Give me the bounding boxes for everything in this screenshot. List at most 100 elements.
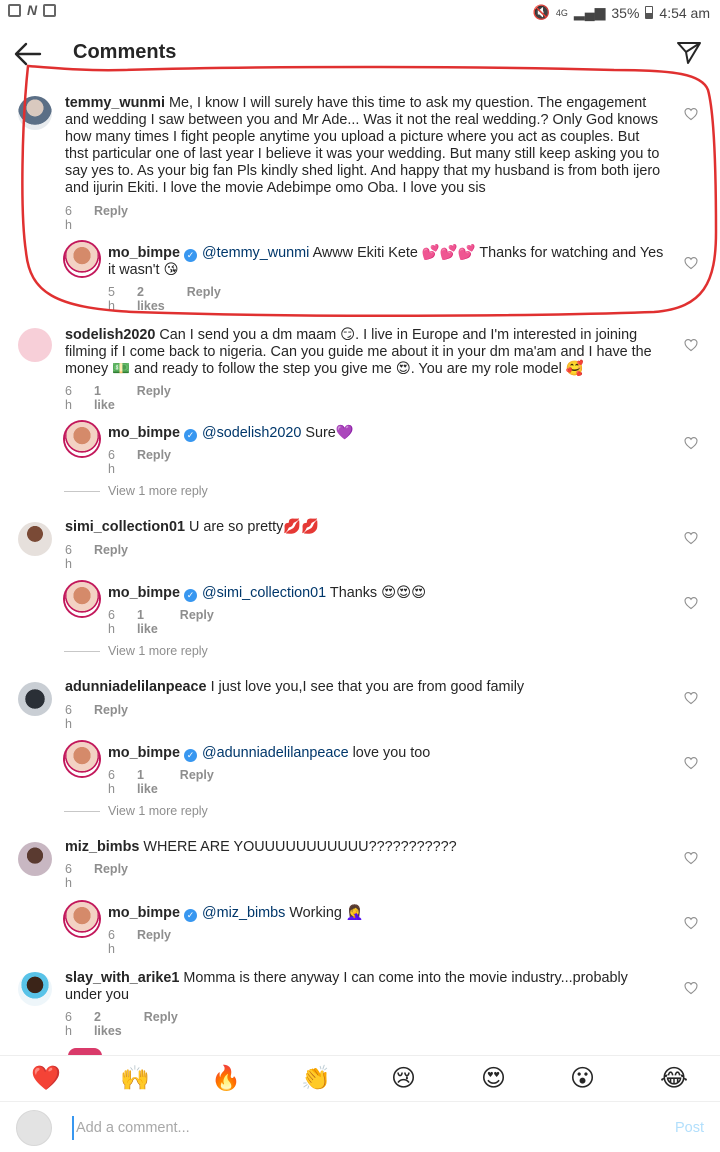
reply-button[interactable]: Reply	[187, 285, 221, 313]
network-type: 4G	[555, 7, 568, 18]
likes-count[interactable]: 1 like	[94, 384, 115, 412]
mention-link[interactable]: @miz_bimbs	[202, 905, 285, 921]
reply-button[interactable]: Reply	[94, 543, 128, 571]
view-more-replies[interactable]: View 1 more reply	[64, 484, 208, 498]
reply-button[interactable]: Reply	[137, 384, 171, 412]
comment-time: 6 h	[65, 204, 72, 232]
view-more-replies[interactable]: View 1 more reply	[64, 804, 208, 818]
avatar[interactable]	[18, 682, 52, 716]
like-heart-icon[interactable]	[684, 338, 698, 352]
likes-count[interactable]: 2 likes	[137, 285, 165, 313]
emoji-raised-hands[interactable]: 🙌	[120, 1064, 150, 1093]
avatar[interactable]	[18, 96, 52, 130]
comment-time: 5 h	[108, 285, 115, 313]
view-more-divider	[64, 490, 100, 492]
avatar[interactable]	[65, 422, 99, 456]
like-heart-icon[interactable]	[684, 107, 698, 121]
comment-username[interactable]: mo_bimpe	[108, 245, 180, 261]
mute-icon: 🔇	[532, 4, 550, 20]
avatar[interactable]	[65, 582, 99, 616]
emoji-laughing[interactable]: 😂	[660, 1064, 688, 1093]
avatar[interactable]	[18, 328, 52, 362]
n-app-notification-icon: N	[27, 2, 38, 18]
comment-time: 6 h	[65, 862, 72, 890]
likes-count[interactable]: 1 like	[137, 768, 158, 796]
comment-input[interactable]	[72, 1116, 632, 1140]
comment-meta: 6 h 2 likes Reply	[65, 1010, 178, 1038]
reply-button[interactable]: Reply	[137, 448, 171, 476]
mention-link[interactable]: @sodelish2020	[202, 425, 301, 441]
emoji-quick-bar: ❤️ 🙌 🔥 👏 😢 😍 😮 😂	[0, 1055, 720, 1101]
back-arrow-icon[interactable]	[14, 40, 42, 68]
reply-button[interactable]: Reply	[94, 862, 128, 890]
comment-text: miz_bimbs WHERE ARE YOUUUUUUUUUUU????????…	[65, 839, 665, 856]
battery-percent: 35%	[611, 4, 640, 21]
comment-username[interactable]: sodelish2020	[65, 327, 155, 343]
like-heart-icon[interactable]	[684, 756, 698, 770]
view-more-label: View 1 more reply	[108, 804, 208, 818]
emoji-heart-eyes[interactable]: 😍	[481, 1064, 506, 1093]
direct-send-icon[interactable]	[676, 40, 702, 66]
reply-button[interactable]: Reply	[180, 608, 214, 636]
reply-button[interactable]: Reply	[94, 204, 128, 232]
emoji-heart[interactable]: ❤️	[31, 1064, 61, 1093]
signal-icon: ▂▄▆	[573, 4, 606, 20]
reply-button[interactable]: Reply	[144, 1010, 178, 1038]
view-more-label: View 1 more reply	[108, 644, 208, 658]
mention-link[interactable]: @simi_collection01	[202, 585, 326, 601]
reply-button[interactable]: Reply	[180, 768, 214, 796]
like-heart-icon[interactable]	[684, 531, 698, 545]
emoji-fire[interactable]: 🔥	[211, 1064, 241, 1093]
comment-meta: 6 h Reply	[108, 928, 171, 956]
comment-time: 6 h	[108, 608, 115, 636]
like-heart-icon[interactable]	[684, 851, 698, 865]
like-heart-icon[interactable]	[684, 691, 698, 705]
verified-badge-icon: ✓	[183, 429, 197, 442]
reply-button[interactable]: Reply	[137, 928, 171, 956]
likes-count[interactable]: 1 like	[137, 608, 158, 636]
mention-link[interactable]: @adunniadelilanpeace	[202, 745, 349, 761]
comment-meta: 6 h 1 like Reply	[108, 608, 214, 636]
like-heart-icon[interactable]	[684, 916, 698, 930]
comment-username[interactable]: slay_with_arike1	[65, 970, 179, 986]
comment-username[interactable]: mo_bimpe	[108, 745, 180, 761]
avatar	[16, 1110, 52, 1146]
like-heart-icon[interactable]	[684, 256, 698, 270]
like-heart-icon[interactable]	[684, 981, 698, 995]
battery-icon	[645, 6, 654, 19]
comment-username[interactable]: adunniadelilanpeace	[65, 679, 207, 695]
comment-text: mo_bimpe ✓ @temmy_wunmi Awww Ekiti Kete 💕💕…	[108, 245, 673, 279]
view-more-replies[interactable]: View 1 more reply	[64, 644, 208, 658]
avatar[interactable]	[65, 902, 99, 936]
comment-composer: Post	[0, 1101, 720, 1152]
avatar[interactable]	[18, 522, 52, 556]
emoji-crying[interactable]: 😢	[391, 1064, 416, 1093]
avatar[interactable]	[18, 972, 52, 1006]
verified-badge-icon: ✓	[183, 909, 197, 922]
avatar[interactable]	[65, 242, 99, 276]
comment-username[interactable]: temmy_wunmi	[65, 95, 165, 111]
emoji-surprised[interactable]: 😮	[570, 1064, 595, 1093]
like-heart-icon[interactable]	[684, 596, 698, 610]
avatar[interactable]	[65, 742, 99, 776]
likes-count[interactable]: 2 likes	[94, 1010, 122, 1038]
reply-button[interactable]: Reply	[94, 703, 128, 731]
info-notification-icon	[43, 4, 57, 17]
verified-badge-icon: ✓	[183, 749, 197, 762]
gallery-notification-icon	[8, 4, 21, 17]
avatar[interactable]	[18, 842, 52, 876]
comment-username[interactable]: mo_bimpe	[108, 425, 180, 441]
notification-icons: N	[8, 2, 57, 18]
comment-text: sodelish2020 Can I send you a dm maam 😏. …	[65, 327, 665, 378]
comment-text: mo_bimpe ✓ @miz_bimbs Working 🤦‍♀️	[108, 905, 673, 922]
like-heart-icon[interactable]	[684, 436, 698, 450]
comment-username[interactable]: simi_collection01	[65, 519, 185, 535]
emoji-clap[interactable]: 👏	[301, 1064, 331, 1093]
comment-username[interactable]: mo_bimpe	[108, 585, 180, 601]
mention-link[interactable]: @temmy_wunmi	[202, 245, 309, 261]
comment-username[interactable]: mo_bimpe	[108, 905, 180, 921]
post-button[interactable]: Post	[675, 1120, 704, 1136]
comment-username[interactable]: miz_bimbs	[65, 839, 139, 855]
comment-time: 6 h	[108, 448, 115, 476]
comment-time: 6 h	[65, 1010, 72, 1038]
